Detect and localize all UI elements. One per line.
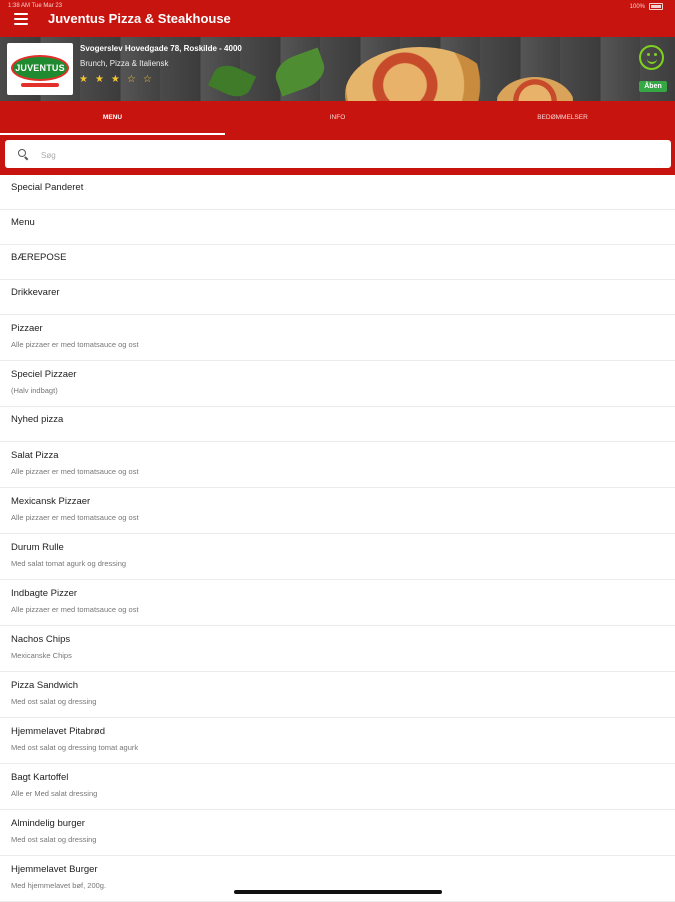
menu-category-item[interactable]: BÆREPOSE <box>0 245 675 280</box>
category-title: Indbagte Pizzer <box>11 588 78 599</box>
category-title: Bagt Kartoffel <box>11 772 69 783</box>
menu-category-item[interactable]: Durum Rulle Med salat tomat agurk og dres… <box>0 534 675 580</box>
category-title: Drikkevarer <box>11 287 60 298</box>
menu-category-item[interactable]: Indbagte Pizzer Alle pizzaer er med tomat… <box>0 580 675 626</box>
logo-emblem: JUVENTUS <box>11 55 69 81</box>
category-title: BÆREPOSE <box>11 252 67 263</box>
menu-category-list: Special Panderet Menu BÆREPOSE Drikkevarer P… <box>0 175 675 902</box>
category-description: Alle pizzaer er med tomatsauce og ost <box>11 605 139 614</box>
category-title: Durum Rulle <box>11 542 64 553</box>
page-title: Juventus Pizza & Steakhouse <box>48 11 231 26</box>
menu-category-item[interactable]: Hjemmelavet Pitabrød Med ost salat og dre… <box>0 718 675 764</box>
pizza-image <box>345 47 495 101</box>
menu-category-item[interactable]: Drikkevarer <box>0 280 675 315</box>
tab-reviews-label: Bedømmelser <box>537 114 588 121</box>
category-title: Mexicansk Pizzaer <box>11 496 91 507</box>
restaurant-banner: JUVENTUS Svogerslev Hovedgade 78, Roskil… <box>0 37 675 101</box>
search-input[interactable] <box>39 146 643 164</box>
menu-category-item[interactable]: Speciel Pizzaer (Halv indbagt) <box>0 361 675 407</box>
smiley-face-icon <box>639 45 664 70</box>
category-title: Pizza Sandwich <box>11 680 79 691</box>
search-box[interactable] <box>5 140 671 168</box>
open-status-badge: Åben <box>639 81 667 92</box>
restaurant-logo: JUVENTUS <box>7 43 73 95</box>
category-description: Mexicanske Chips <box>11 651 72 660</box>
category-title: Nachos Chips <box>11 634 71 645</box>
logo-ribbon <box>21 83 59 87</box>
menu-category-item[interactable]: Pizza Sandwich Med ost salat og dressing <box>0 672 675 718</box>
menu-category-item[interactable]: Nyhed pizza <box>0 407 675 442</box>
home-indicator[interactable] <box>234 890 442 894</box>
tab-info-label: Info <box>329 114 346 121</box>
category-title: Special Panderet <box>11 182 84 193</box>
logo-text: JUVENTUS <box>15 63 65 73</box>
pizza-image <box>495 77 575 101</box>
rating-stars-icon: ★★★☆☆ <box>79 74 159 85</box>
hamburger-menu-icon[interactable] <box>14 13 28 25</box>
search-icon <box>18 149 26 157</box>
category-description: Med ost salat og dressing <box>11 697 97 706</box>
menu-category-item[interactable]: Menu <box>0 210 675 245</box>
menu-category-item[interactable]: Pizzaer Alle pizzaer er med tomatsauce og… <box>0 315 675 361</box>
category-description: Alle pizzaer er med tomatsauce og ost <box>11 340 139 349</box>
menu-category-item[interactable]: Nachos Chips Mexicanske Chips <box>0 626 675 672</box>
category-description: Alle pizzaer er med tomatsauce og ost <box>11 513 139 522</box>
tab-reviews[interactable]: Bedømmelser <box>450 101 675 135</box>
status-indicators: 100% <box>630 3 663 10</box>
category-title: Hjemmelavet Burger <box>11 864 98 875</box>
category-title: Hjemmelavet Pitabrød <box>11 726 105 737</box>
category-description: Med salat tomat agurk og dressing <box>11 559 127 568</box>
tab-bar: Menu Info Bedømmelser <box>0 101 675 135</box>
category-description: (Halv indbagt) <box>11 386 58 395</box>
tab-menu-label: Menu <box>102 114 123 121</box>
basil-leaf-image <box>270 47 330 97</box>
basil-leaf-image <box>207 59 257 101</box>
category-description: Alle er Med salat dressing <box>11 789 98 798</box>
tab-info[interactable]: Info <box>225 101 450 135</box>
restaurant-address: Svogerslev Hovedgade 78, Roskilde - 4000 <box>80 44 242 53</box>
category-description: Med ost salat og dressing <box>11 835 97 844</box>
battery-icon <box>649 3 663 10</box>
category-description: Med hjemmelavet bøf, 200g. <box>11 881 107 890</box>
menu-category-item[interactable]: Mexicansk Pizzaer Alle pizzaer er med tom… <box>0 488 675 534</box>
app-header: 1:38 AM Tue Mar 23 100% Juventus Pizza &… <box>0 0 675 37</box>
category-title: Speciel Pizzaer <box>11 369 77 380</box>
search-bar-container <box>0 135 675 175</box>
restaurant-category: Brunch, Pizza & Italiensk <box>80 59 169 68</box>
menu-category-item[interactable]: Salat Pizza Alle pizzaer er med tomatsauc… <box>0 442 675 488</box>
menu-category-item[interactable]: Hjemmelavet Burger Med hjemmelavet bøf, 2… <box>0 856 675 902</box>
tab-menu[interactable]: Menu <box>0 101 225 135</box>
menu-category-item[interactable]: Bagt Kartoffel Alle er Med salat dressing <box>0 764 675 810</box>
category-title: Pizzaer <box>11 323 43 334</box>
category-description: Med ost salat og dressing tomat agurk <box>11 743 139 752</box>
category-title: Nyhed pizza <box>11 414 64 425</box>
menu-category-item[interactable]: Almindelig burger Med ost salat og dressi… <box>0 810 675 856</box>
category-title: Almindelig burger <box>11 818 85 829</box>
status-time: 1:38 AM Tue Mar 23 <box>8 3 63 9</box>
menu-category-item[interactable]: Special Panderet <box>0 175 675 210</box>
battery-percentage: 100% <box>629 3 645 10</box>
category-title: Salat Pizza <box>11 450 59 461</box>
category-title: Menu <box>11 217 35 228</box>
category-description: Alle pizzaer er med tomatsauce og ost <box>11 467 139 476</box>
